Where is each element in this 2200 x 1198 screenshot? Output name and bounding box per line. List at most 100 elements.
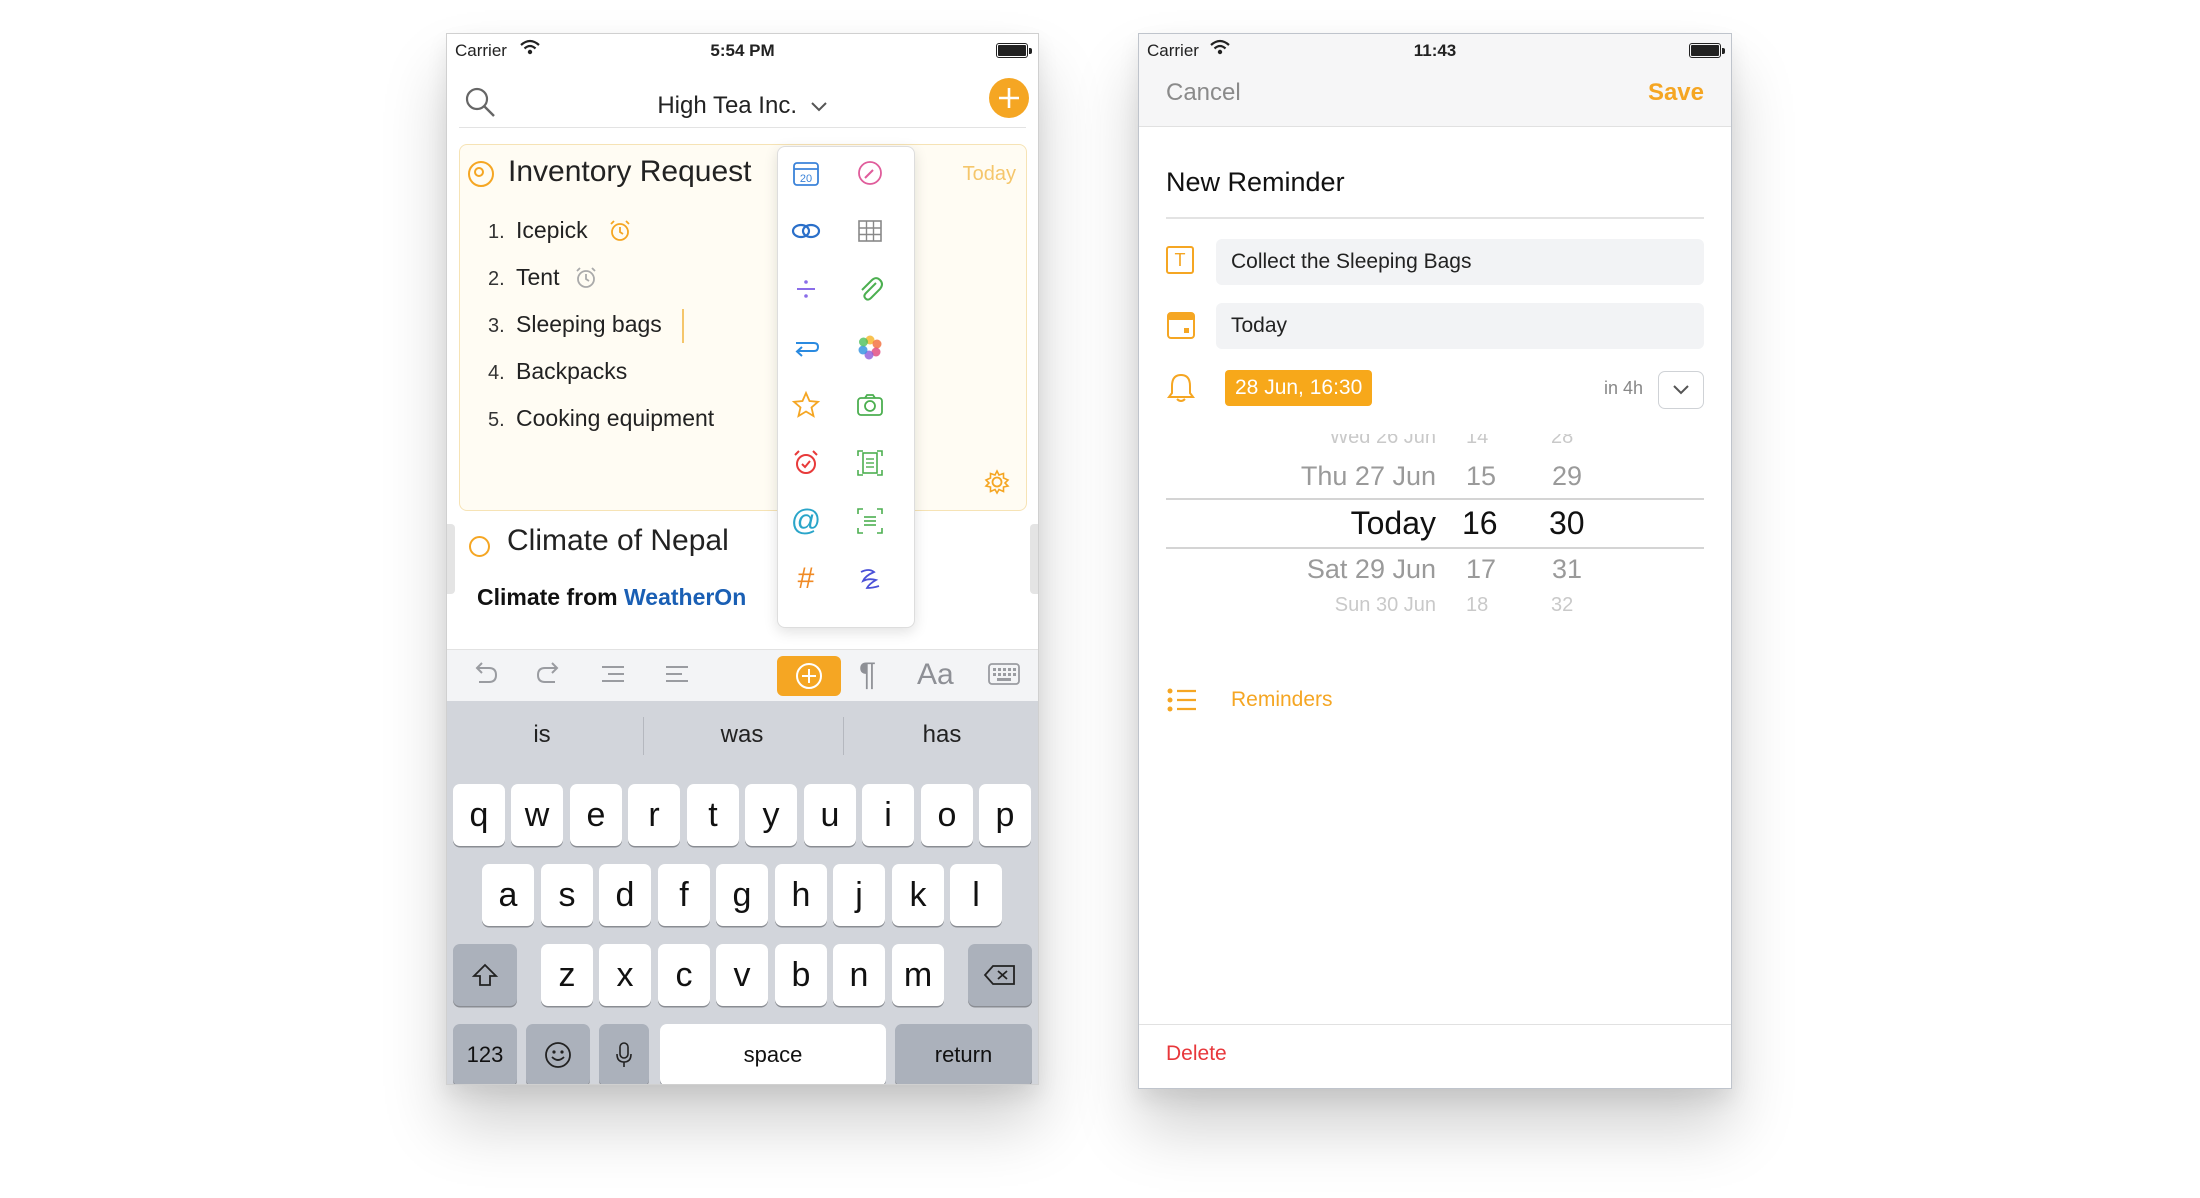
delete-key[interactable] <box>968 944 1032 1006</box>
notes-app-screen: Carrier 5:54 PM High Tea Inc. Inventory … <box>446 33 1039 1085</box>
key-v[interactable]: v <box>716 944 768 1006</box>
dictation-key[interactable] <box>599 1024 649 1084</box>
key-u[interactable]: u <box>804 784 856 846</box>
picker-hour: 14 <box>1466 434 1489 448</box>
note-status-circle-icon[interactable] <box>468 161 494 187</box>
emoji-icon <box>545 1042 571 1068</box>
key-k[interactable]: k <box>892 864 944 926</box>
shift-key[interactable] <box>453 944 517 1006</box>
calendar-day: 20 <box>800 173 812 185</box>
chevron-down-icon <box>810 102 827 112</box>
repeat-arrows-icon[interactable] <box>788 329 824 365</box>
keyboard-icon[interactable] <box>987 660 1021 696</box>
note-card-inventory[interactable]: Inventory Request Today 1. Icepick 2. Te… <box>459 144 1027 511</box>
date-time-picker[interactable]: Wed 26 Jun 14 28 Thu 27 Jun 15 29 Today … <box>1166 434 1704 614</box>
note-title[interactable]: Climate of Nepal <box>507 524 729 558</box>
sketch-icon[interactable] <box>852 155 888 191</box>
hashtag-icon[interactable]: # <box>788 561 824 597</box>
indent-icon[interactable] <box>597 658 629 698</box>
table-icon[interactable] <box>852 213 888 249</box>
clock-label: 11:43 <box>1413 41 1457 60</box>
text-style-icon[interactable]: Aa <box>917 658 954 692</box>
note-status-circle-icon[interactable] <box>469 536 490 557</box>
suggestion[interactable]: was <box>647 721 837 749</box>
key-z[interactable]: z <box>541 944 593 1006</box>
undo-icon[interactable] <box>469 658 501 698</box>
microphone-icon <box>616 1042 632 1067</box>
mention-icon[interactable]: @ <box>788 503 824 539</box>
plus-circle-icon <box>796 663 822 689</box>
calendar-icon[interactable]: 20 <box>788 155 824 191</box>
alarm-clock-icon[interactable] <box>608 219 632 243</box>
scroll-handle <box>1030 524 1038 594</box>
picker-hour-selected: 16 <box>1462 505 1498 541</box>
paragraph-icon[interactable]: ¶ <box>859 656 876 693</box>
title-field[interactable]: Collect the Sleeping Bags <box>1216 239 1704 285</box>
handwriting-icon[interactable] <box>852 561 888 597</box>
scan-document-icon[interactable] <box>852 445 888 481</box>
attachment-icon[interactable] <box>852 271 888 307</box>
insert-button[interactable] <box>777 656 841 696</box>
save-button[interactable]: Save <box>1648 79 1704 107</box>
list-item: Backpacks <box>516 358 628 384</box>
status-bar: Carrier 5:54 PM <box>447 34 1038 68</box>
key-h[interactable]: h <box>775 864 827 926</box>
date-field[interactable]: Today <box>1216 303 1704 349</box>
key-p[interactable]: p <box>979 784 1031 846</box>
key-c[interactable]: c <box>658 944 710 1006</box>
suggestion[interactable]: has <box>847 721 1037 749</box>
picker-day-selected: Today <box>1350 505 1436 541</box>
suggestion[interactable]: is <box>447 721 637 749</box>
key-b[interactable]: b <box>775 944 827 1006</box>
picker-day: Thu 27 Jun <box>1300 461 1436 491</box>
cancel-button[interactable]: Cancel <box>1166 79 1241 107</box>
list-selector[interactable]: Reminders <box>1231 688 1333 712</box>
divider-icon[interactable] <box>788 271 824 307</box>
alarm-badge[interactable]: 28 Jun, 16:30 <box>1225 370 1373 406</box>
weatheron-link[interactable]: WeatherOn <box>624 584 746 610</box>
key-d[interactable]: d <box>599 864 651 926</box>
key-j[interactable]: j <box>833 864 885 926</box>
key-m[interactable]: m <box>892 944 944 1006</box>
key-y[interactable]: y <box>745 784 797 846</box>
key-o[interactable]: o <box>921 784 973 846</box>
clock-label: 5:54 PM <box>710 41 775 60</box>
return-key[interactable]: return <box>895 1024 1032 1084</box>
key-f[interactable]: f <box>658 864 710 926</box>
expand-alarm-button[interactable] <box>1658 371 1704 409</box>
workspace-switcher[interactable]: High Tea Inc. <box>447 92 1038 120</box>
key-e[interactable]: e <box>570 784 622 846</box>
picker-day: Wed 26 Jun <box>1329 434 1436 448</box>
title-divider <box>1166 217 1704 219</box>
key-r[interactable]: r <box>628 784 680 846</box>
key-w[interactable]: w <box>511 784 563 846</box>
key-s[interactable]: s <box>541 864 593 926</box>
outdent-icon[interactable] <box>661 658 693 698</box>
space-key[interactable]: space <box>660 1024 886 1084</box>
photos-icon[interactable] <box>852 329 888 365</box>
delete-button[interactable]: Delete <box>1166 1042 1227 1066</box>
key-q[interactable]: q <box>453 784 505 846</box>
alarm-clock-icon[interactable] <box>788 445 824 481</box>
key-a[interactable]: a <box>482 864 534 926</box>
bell-icon <box>1167 372 1195 409</box>
key-l[interactable]: l <box>950 864 1002 926</box>
key-x[interactable]: x <box>599 944 651 1006</box>
add-note-button[interactable] <box>989 78 1029 118</box>
camera-icon[interactable] <box>852 387 888 423</box>
plus-icon <box>999 88 1019 108</box>
key-i[interactable]: i <box>862 784 914 846</box>
emoji-key[interactable] <box>526 1024 590 1084</box>
scan-text-icon[interactable] <box>852 503 888 539</box>
note-date: Today <box>962 163 1016 185</box>
battery-icon <box>996 43 1028 58</box>
key-n[interactable]: n <box>833 944 885 1006</box>
alarm-clock-icon[interactable] <box>574 266 598 290</box>
numbers-key[interactable]: 123 <box>453 1024 517 1084</box>
redo-icon[interactable] <box>533 658 565 698</box>
key-t[interactable]: t <box>687 784 739 846</box>
link-icon[interactable] <box>788 213 824 249</box>
star-icon[interactable] <box>788 387 824 423</box>
gear-icon[interactable] <box>983 468 1011 496</box>
key-g[interactable]: g <box>716 864 768 926</box>
